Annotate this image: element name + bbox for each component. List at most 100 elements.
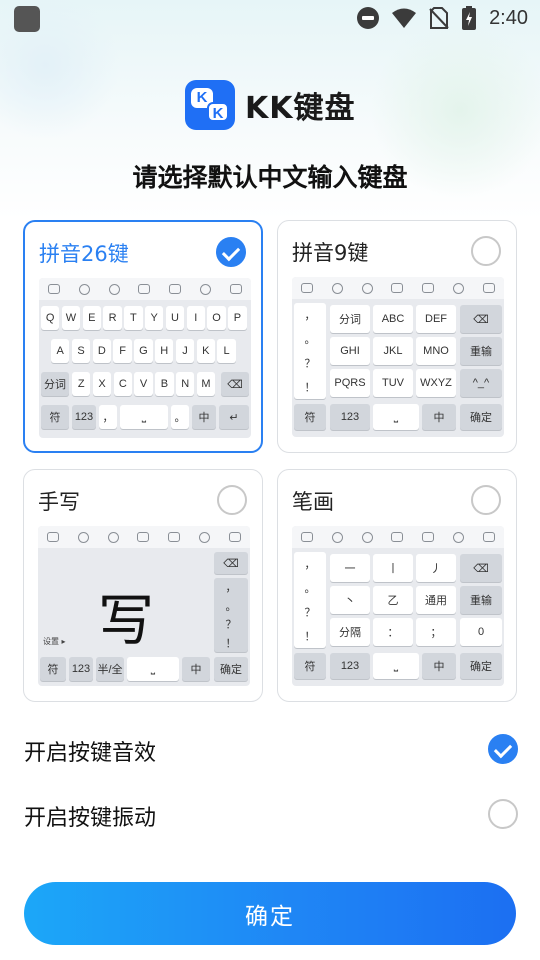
key-zero: 0 [460, 618, 502, 646]
keyboard-key: A [51, 339, 70, 363]
do-not-disturb-icon [357, 7, 380, 29]
keyboard-key: 一 [330, 554, 370, 582]
punctuation-item: 。 [304, 583, 316, 595]
card-radio-checked[interactable] [216, 237, 246, 267]
keyboard-key: 丨 [373, 554, 413, 582]
punctuation-item: ， [225, 582, 237, 595]
punctuation-item: ！ [304, 631, 316, 643]
card-pinyin-9[interactable]: 拼音9键 ， 。 ？ ！ 分词 ABC DEF GHI JKL MNO PQRS TUV WXYZ ⌫ 重输… [277, 220, 517, 453]
keyboard-key: U [165, 306, 185, 330]
backspace-key: ⌫ [214, 552, 248, 574]
key-confirm: 确定 [460, 404, 502, 430]
keyboard-key: ； [416, 618, 456, 646]
card-radio[interactable] [471, 236, 501, 266]
space-key: ⎵ [373, 653, 419, 679]
keyboard-key: 分词 [330, 305, 370, 333]
keyboard-toolbar [38, 526, 250, 548]
card-title: 拼音26键 [39, 242, 129, 266]
keyboard-key: N [176, 372, 195, 396]
keyboard-key: H [155, 339, 174, 363]
punctuation-column: ， 。 ？ ！ [214, 578, 248, 652]
key-confirm: 确定 [214, 657, 248, 681]
page-title: 请选择默认中文输入键盘 [132, 163, 408, 192]
key-confirm: 确定 [460, 653, 502, 679]
option-key-vibration-label: 开启按键振动 [24, 806, 157, 831]
handwriting-area: 写 设置 ▸ [38, 548, 210, 654]
keyboard-key: 丿 [416, 554, 456, 582]
keyboard-key: F [113, 339, 132, 363]
option-key-vibration-toggle[interactable] [488, 799, 518, 829]
option-key-sound-toggle[interactable] [488, 734, 518, 764]
punctuation-item: ？ [304, 607, 316, 619]
punctuation-item: 。 [225, 600, 237, 613]
punctuation-item: ！ [304, 382, 316, 394]
key-123: 123 [69, 657, 93, 681]
key-symbol: 符 [40, 657, 66, 681]
space-key: ⎵ [120, 405, 168, 429]
key-123: 123 [330, 404, 370, 430]
keyboard-key: T [124, 306, 143, 330]
keyboard-key: WXYZ [416, 369, 456, 397]
logo-text: KK键盘 [245, 91, 356, 126]
key-123: 123 [72, 405, 96, 429]
kk-logo-icon: K K [185, 80, 235, 130]
keyboard-key: C [113, 372, 132, 396]
key-chinese: 中 [422, 653, 456, 679]
key-reset: 重输 [460, 586, 502, 614]
keyboard-key: G [134, 339, 153, 363]
card-title: 手写 [38, 490, 80, 514]
backspace-key: ⌫ [460, 305, 502, 333]
key-fenci: 分词 [41, 372, 69, 396]
keyboard-key: M [196, 372, 216, 396]
keyboard-key: L [217, 339, 236, 363]
card-handwriting[interactable]: 手写 写 设置 ▸ ⌫ ， 。 ？ ！ 符 123 半/全 ⎵ 中确定 [23, 469, 263, 702]
card-radio[interactable] [217, 485, 247, 515]
keyboard-key: Z [72, 372, 91, 396]
keyboard-key: I [186, 306, 205, 330]
punctuation-column: ， 。 ？ ！ [294, 552, 326, 648]
punctuation-column: ， 。 ？ ！ [294, 303, 326, 399]
keyboard-key: MNO [416, 337, 456, 365]
status-icons: 2:40 [357, 5, 528, 31]
punctuation-item: 。 [304, 334, 316, 346]
key-half-full: 半/全 [96, 657, 124, 681]
space-key: ⎵ [127, 657, 179, 681]
keyboard-key: TUV [373, 369, 413, 397]
logo-mark-right: K [207, 102, 229, 122]
handwriting-settings: 设置 ▸ [43, 637, 66, 646]
keyboard-key: Q [41, 306, 60, 330]
key-symbol: 符 [294, 653, 326, 679]
punctuation-item: ， [304, 559, 316, 571]
card-radio[interactable] [471, 485, 501, 515]
keyboard-key: R [103, 306, 122, 330]
card-stroke[interactable]: 笔画 ， 。 ？ ！ 一丨丿丶乙通用 分隔：； ⌫ 重输 0 符 123 ⎵ 中确定 [277, 469, 517, 702]
punctuation-item: ？ [304, 358, 316, 370]
keyboard-key: 分隔 [330, 618, 370, 646]
confirm-button[interactable]: 确定 [24, 882, 516, 945]
keyboard-toolbar [39, 278, 251, 300]
card-pinyin-26[interactable]: 拼音26键 Q W E R T Y U I O P A S D F G H J K L 分词 Z X C V B N M ⌫ 符 123，… [23, 220, 263, 453]
notification-app-icon [14, 6, 40, 32]
backspace-key: ⌫ [221, 372, 249, 396]
wifi-icon [392, 8, 417, 28]
keyboard-key: Y [145, 306, 164, 330]
keyboard-key: S [71, 339, 91, 363]
key-emoticon: ^_^ [460, 369, 502, 397]
keyboard-key: 通用 [416, 586, 456, 614]
keyboard-key: ， [99, 405, 117, 429]
space-key: ⎵ [373, 404, 419, 430]
key-chinese: 中 [182, 657, 210, 681]
key-symbol: 符 [294, 404, 326, 430]
app-logo: K K KK键盘 [185, 80, 356, 130]
keyboard-key: K [196, 339, 215, 363]
keyboard-toolbar [292, 277, 504, 299]
handwritten-char: 写 [98, 589, 154, 654]
keyboard-preview-stroke: ， 。 ？ ！ 一丨丿丶乙通用 分隔：； ⌫ 重输 0 符 123 ⎵ 中确定 [292, 526, 504, 686]
key-123: 123 [330, 653, 370, 679]
card-title: 拼音9键 [292, 241, 369, 265]
keyboard-key: X [92, 372, 112, 396]
keyboard-key: J [175, 339, 195, 363]
keyboard-key: 。 [171, 405, 189, 429]
battery-charging-icon [462, 6, 477, 30]
keyboard-toolbar [292, 526, 504, 548]
